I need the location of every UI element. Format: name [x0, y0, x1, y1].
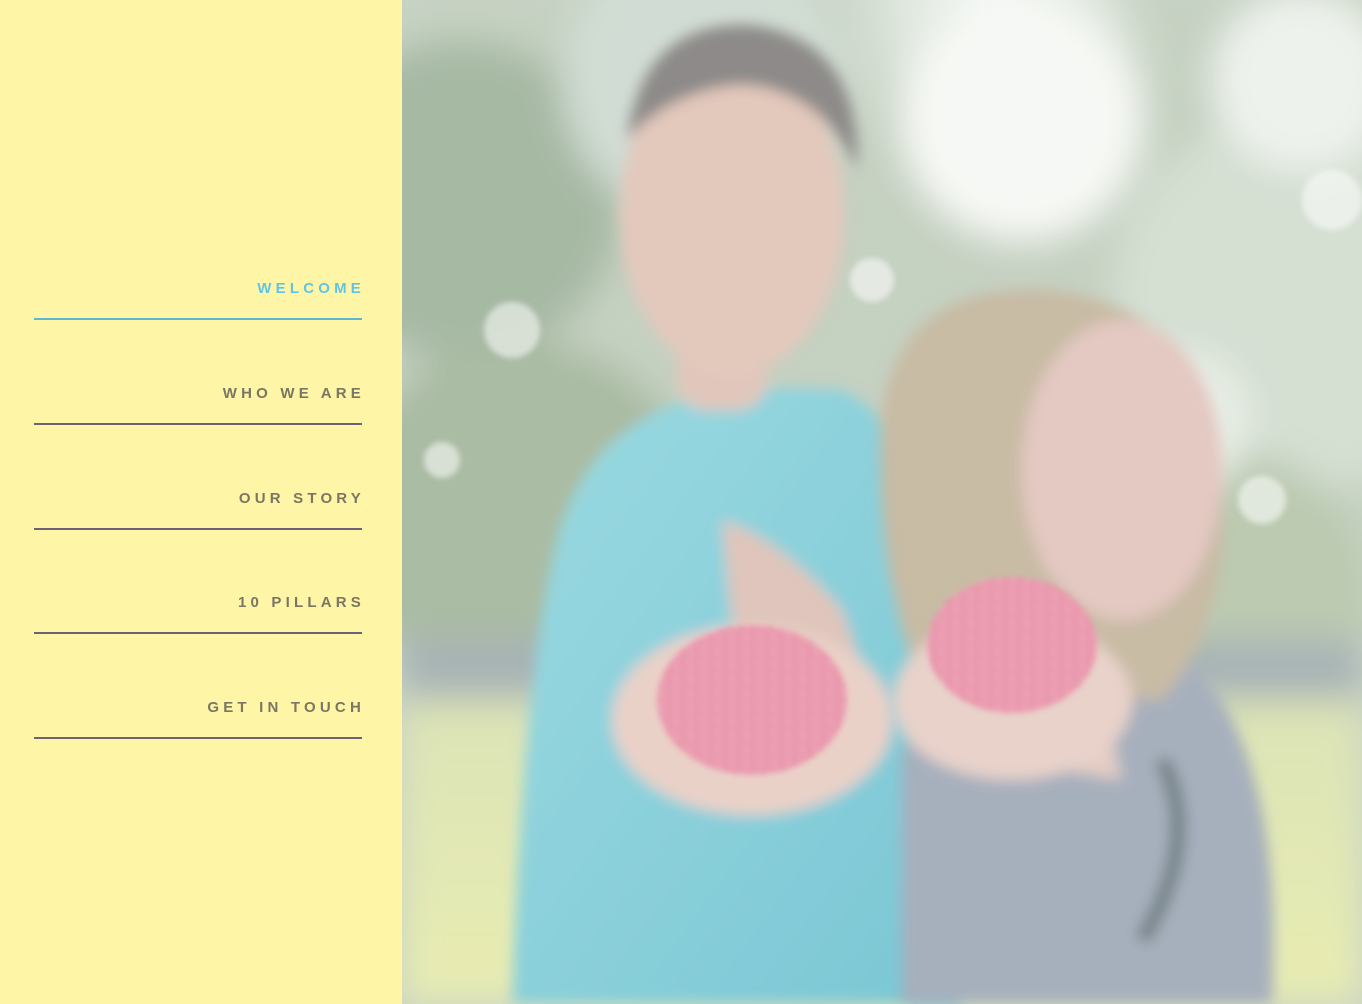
nav-item-label: OUR STORY: [238, 490, 365, 507]
page: WELCOME WHO WE ARE OUR STORY 10 PILLARS …: [0, 0, 1362, 1004]
nav-item-10-pillars[interactable]: 10 PILLARS: [34, 594, 362, 634]
nav-item-get-in-touch[interactable]: GET IN TOUCH: [34, 699, 362, 739]
nav-item-welcome[interactable]: WELCOME: [34, 280, 362, 320]
sidebar-nav: WELCOME WHO WE ARE OUR STORY 10 PILLARS …: [0, 0, 402, 1004]
nav-item-label: WHO WE ARE: [222, 385, 365, 402]
nav-item-our-story[interactable]: OUR STORY: [34, 490, 362, 530]
hero-photo-illustration: [402, 0, 1362, 1004]
nav-item-label: WELCOME: [257, 280, 365, 297]
nav-item-label: 10 PILLARS: [237, 594, 365, 611]
photo-haze: [402, 0, 1362, 1004]
nav-item-label: GET IN TOUCH: [207, 699, 365, 716]
nav-item-who-we-are[interactable]: WHO WE ARE: [34, 385, 362, 425]
hero-photo: [402, 0, 1362, 1004]
